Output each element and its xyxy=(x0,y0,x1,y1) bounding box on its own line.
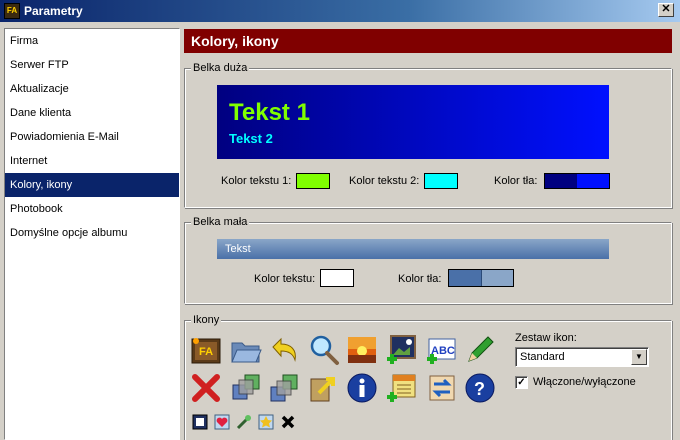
pencil-icon xyxy=(463,333,497,367)
icon-set-label: Zestaw ikon: xyxy=(515,332,577,344)
sidebar-item-powiadomienia-email[interactable]: Powiadomienia E-Mail xyxy=(5,125,179,149)
copy-squares-icon xyxy=(229,371,263,405)
magnifier-icon xyxy=(307,333,341,367)
big-bg-color-label: Kolor tła: xyxy=(494,175,538,187)
icon-set-select[interactable]: Standard ▼ xyxy=(515,347,649,367)
small-bg-color-swatch[interactable] xyxy=(448,269,514,287)
spellcheck-icon: ABC xyxy=(425,333,459,367)
title-bar: FA Parametry ✕ xyxy=(0,0,680,22)
delete-x-icon xyxy=(189,371,223,405)
small-text-color-swatch[interactable] xyxy=(320,269,354,287)
big-bar-legend: Belka duża xyxy=(191,62,250,74)
undo-arrow-icon xyxy=(267,333,301,367)
svg-text:?: ? xyxy=(474,379,485,399)
app-icon: FA xyxy=(4,3,20,19)
big-bg-color-swatch[interactable] xyxy=(544,173,610,189)
section-title: Kolory, ikony xyxy=(184,29,672,53)
svg-text:FA: FA xyxy=(199,346,213,358)
icons-enabled-checkbox[interactable]: ✓ xyxy=(515,376,528,389)
swap-arrows-icon xyxy=(425,371,459,405)
sidebar-item-domyslne-opcje-albumu[interactable]: Domyślne opcje albumu xyxy=(5,221,179,245)
icons-group: Ikony FA ABC ? Zestaw ikon: Standard ▼ ✓… xyxy=(184,314,672,440)
text1-color-label: Kolor tekstu 1: xyxy=(221,175,292,187)
big-bar-group: Belka duża Tekst 1 Tekst 2 Kolor tekstu … xyxy=(184,62,672,208)
small-bg-color-label: Kolor tła: xyxy=(398,273,442,285)
chevron-down-icon[interactable]: ▼ xyxy=(631,349,647,365)
big-bar-preview-text1: Tekst 1 xyxy=(229,99,310,126)
close-button[interactable]: ✕ xyxy=(658,3,674,17)
sidebar-item-kolory-ikony[interactable]: Kolory, ikony xyxy=(5,173,179,197)
small-x-icon xyxy=(279,413,297,431)
window-title: Parametry xyxy=(24,4,83,18)
sidebar-item-firma[interactable]: Firma xyxy=(5,29,179,53)
sidebar-item-internet[interactable]: Internet xyxy=(5,149,179,173)
sunset-image-icon xyxy=(345,333,379,367)
sidebar-item-serwer-ftp[interactable]: Serwer FTP xyxy=(5,53,179,77)
icons-legend: Ikony xyxy=(191,314,222,326)
sidebar-item-aktualizacje[interactable]: Aktualizacje xyxy=(5,77,179,101)
add-calendar-icon xyxy=(385,371,419,405)
small-text-color-label: Kolor tekstu: xyxy=(254,273,316,285)
wand-icon xyxy=(235,413,253,431)
copy-squares-icon xyxy=(267,371,301,405)
big-bar-preview: Tekst 1 Tekst 2 xyxy=(217,85,609,159)
fa-logo-icon: FA xyxy=(189,333,223,367)
settings-category-list[interactable]: Firma Serwer FTP Aktualizacje Dane klien… xyxy=(4,28,180,440)
small-bar-legend: Belka mała xyxy=(191,216,250,228)
small-bar-preview: Tekst xyxy=(217,239,609,259)
heart-image-icon xyxy=(213,413,231,431)
icon-set-value: Standard xyxy=(520,351,565,363)
text1-color-swatch[interactable] xyxy=(296,173,330,189)
small-bar-group: Belka mała Tekst Kolor tekstu: Kolor tła… xyxy=(184,216,672,304)
frame-icon xyxy=(191,413,209,431)
big-bar-preview-text2: Tekst 2 xyxy=(229,131,273,146)
sidebar-item-photobook[interactable]: Photobook xyxy=(5,197,179,221)
export-arrow-icon xyxy=(307,371,341,405)
icons-enabled-label: Włączone/wyłączone xyxy=(533,376,636,388)
star-image-icon xyxy=(257,413,275,431)
svg-text:ABC: ABC xyxy=(431,345,455,357)
help-icon: ? xyxy=(463,371,497,405)
text2-color-label: Kolor tekstu 2: xyxy=(349,175,420,187)
folder-open-icon xyxy=(229,333,263,367)
sidebar-item-dane-klienta[interactable]: Dane klienta xyxy=(5,101,179,125)
info-icon xyxy=(345,371,379,405)
text2-color-swatch[interactable] xyxy=(424,173,458,189)
add-image-icon xyxy=(385,333,419,367)
